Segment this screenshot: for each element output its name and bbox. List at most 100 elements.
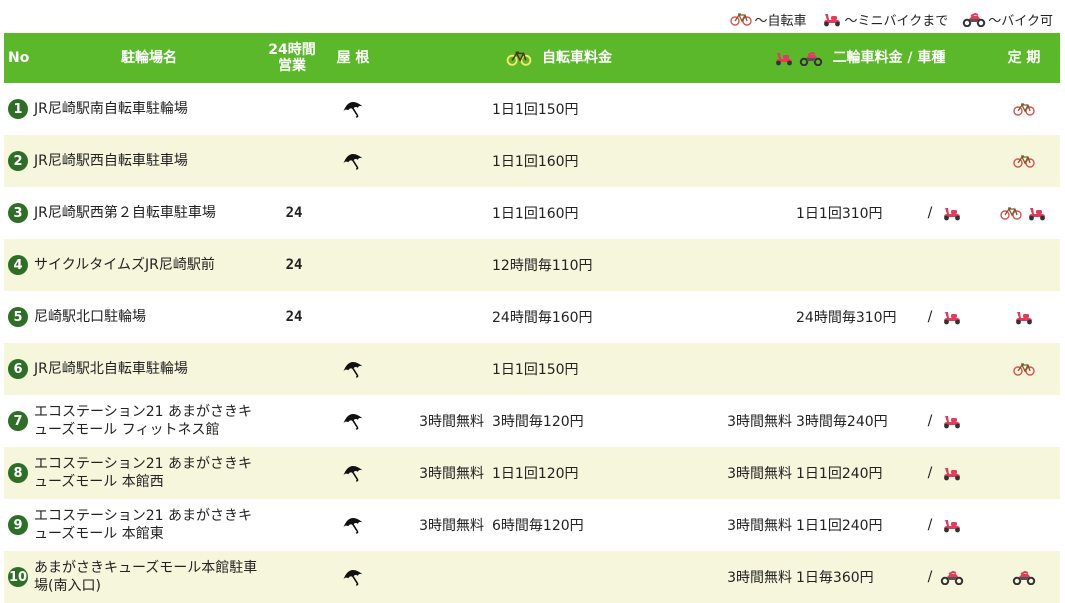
- motorbike-icon: [799, 50, 823, 66]
- scooter-icon: [941, 413, 963, 429]
- moto-fee: 1日毎360円: [796, 570, 874, 586]
- moto-fee: 24時間毎310円: [796, 310, 897, 326]
- season-pass: [989, 187, 1059, 239]
- scooter-icon: [773, 50, 795, 66]
- season-pass: [989, 499, 1059, 551]
- legend-bike-label: ～バイク可: [988, 13, 1053, 29]
- bicycle-icon: [1013, 154, 1035, 168]
- bicycle-fee: 1日1回150円: [492, 362, 579, 378]
- table-row[interactable]: 5 尼崎駅北口駐輪場 24 24時間毎160円 24時間毎310円 /: [4, 291, 1060, 343]
- roof-cell: [338, 395, 368, 447]
- bicycle-icon: [1000, 206, 1022, 220]
- open-24h: [274, 499, 314, 551]
- moto-separator: /: [927, 309, 933, 325]
- moto-separator: [922, 83, 938, 135]
- motorbike-icon: [940, 569, 964, 585]
- parking-name[interactable]: JR尼崎駅北自転車駐輪場: [34, 343, 264, 395]
- parking-name[interactable]: エコステーション21 あまがさきキューズモール 本館東: [34, 499, 264, 551]
- number-badge: 9: [8, 515, 28, 535]
- moto-separator: /: [927, 569, 933, 585]
- roof-cell: [338, 239, 368, 291]
- open-24h: [274, 83, 314, 135]
- parking-name[interactable]: サイクルタイムズJR尼崎駅前: [34, 239, 264, 291]
- moto-separator: [922, 343, 938, 395]
- bicycle-free-time: [404, 135, 484, 187]
- legend-minibike: ～ミニバイクまで: [821, 10, 948, 29]
- table-row[interactable]: 9 エコステーション21 あまがさきキューズモール 本館東 3時間無料 6時間毎120…: [4, 499, 1060, 551]
- scooter-icon: [1026, 205, 1048, 221]
- parking-name[interactable]: JR尼崎駅南自転車駐輪場: [34, 83, 264, 135]
- bicycle-free-time: 3時間無料: [419, 518, 484, 534]
- roof-cell: [338, 499, 368, 551]
- bicycle-free-time: [404, 343, 484, 395]
- bicycle-fee: 1日1回150円: [492, 102, 579, 118]
- parking-table-body: 1 JR尼崎駅南自転車駐輪場 1日1回150円 2 JR尼崎駅西自転車駐車場 1日1回16…: [4, 83, 1060, 603]
- motorbike-icon: [962, 11, 988, 27]
- header-roof: 屋 根: [336, 50, 370, 66]
- table-row[interactable]: 4 サイクルタイムズJR尼崎駅前 24 12時間毎110円: [4, 239, 1060, 291]
- open-24h: [274, 135, 314, 187]
- parking-name[interactable]: 尼崎駅北口駐輪場: [34, 291, 264, 343]
- scooter-icon: [941, 309, 963, 325]
- moto-fee: [796, 343, 921, 395]
- roof-cell: [338, 343, 368, 395]
- parking-name[interactable]: JR尼崎駅西第２自転車駐車場: [34, 187, 264, 239]
- moto-separator: /: [927, 517, 933, 533]
- legend-bicycle-label: ～自転車: [754, 13, 807, 29]
- table-row[interactable]: 2 JR尼崎駅西自転車駐車場 1日1回160円: [4, 135, 1060, 187]
- bicycle-free-time: [404, 187, 484, 239]
- row-number: 10: [8, 551, 30, 603]
- bicycle-free-time: [404, 551, 484, 603]
- umbrella-icon: [342, 515, 364, 535]
- table-row[interactable]: 7 エコステーション21 あまがさきキューズモール フィットネス館 3時間無料 3時間…: [4, 395, 1060, 447]
- row-number: 3: [8, 187, 30, 239]
- row-number: 7: [8, 395, 30, 447]
- table-row[interactable]: 3 JR尼崎駅西第２自転車駐車場 24 1日1回160円 1日1回310円 /: [4, 187, 1060, 239]
- moto-fee: [796, 239, 921, 291]
- header-moto-fee-label: 二輪車料金 / 車種: [832, 50, 946, 66]
- table-row[interactable]: 1 JR尼崎駅南自転車駐輪場 1日1回150円: [4, 83, 1060, 135]
- number-badge: 7: [8, 411, 28, 431]
- number-badge: 2: [8, 151, 28, 171]
- bicycle-fee: 1日1回160円: [492, 154, 579, 170]
- bicycle-free-time: 3時間無料: [419, 414, 484, 430]
- moto-fee: [796, 135, 921, 187]
- bicycle-fee: 12時間毎110円: [492, 258, 593, 274]
- header-name: 駐輪場名: [121, 50, 177, 66]
- header-season: 定 期: [1007, 50, 1041, 66]
- season-pass: [989, 291, 1059, 343]
- open-24h: 24: [285, 205, 303, 221]
- row-number: 5: [8, 291, 30, 343]
- roof-cell: [338, 135, 368, 187]
- scooter-icon: [941, 517, 963, 533]
- moto-fee: 1日1回310円: [796, 206, 883, 222]
- moto-free-time: 3時間無料: [727, 518, 792, 534]
- moto-fee: 1日1回240円: [796, 466, 883, 482]
- number-badge: 3: [8, 203, 28, 223]
- header-24h-line2: 営業: [278, 58, 306, 74]
- row-number: 6: [8, 343, 30, 395]
- table-header: No 駐輪場名 24時間 営業 屋 根 自転車料金 二輪車料金 / 車種 定 期: [4, 33, 1060, 83]
- legend-bike: ～バイク可: [962, 10, 1053, 29]
- open-24h: [274, 551, 314, 603]
- parking-name[interactable]: エコステーション21 あまがさきキューズモール 本館西: [34, 447, 264, 499]
- moto-type: [940, 551, 964, 603]
- moto-free-time: 3時間無料: [727, 414, 792, 430]
- moto-free-time: [712, 343, 792, 395]
- parking-name[interactable]: あまがさきキューズモール本館駐車場(南入口): [34, 551, 264, 603]
- parking-name[interactable]: エコステーション21 あまがさきキューズモール フィットネス館: [34, 395, 264, 447]
- row-number: 8: [8, 447, 30, 499]
- moto-separator: /: [927, 465, 933, 481]
- row-number: 1: [8, 83, 30, 135]
- header-24h: 24時間 営業: [262, 33, 322, 83]
- parking-name[interactable]: JR尼崎駅西自転車駐車場: [34, 135, 264, 187]
- table-row[interactable]: 10 あまがさきキューズモール本館駐車場(南入口) 3時間無料 1日毎360円 /: [4, 551, 1060, 603]
- table-row[interactable]: 6 JR尼崎駅北自転車駐輪場 1日1回150円: [4, 343, 1060, 395]
- moto-type: [940, 343, 964, 395]
- table-row[interactable]: 8 エコステーション21 あまがさきキューズモール 本館西 3時間無料 1日1回120…: [4, 447, 1060, 499]
- bicycle-icon: [1013, 362, 1035, 376]
- scooter-icon: [941, 465, 963, 481]
- open-24h: 24: [285, 257, 303, 273]
- season-pass: [989, 135, 1059, 187]
- number-badge: 8: [8, 463, 28, 483]
